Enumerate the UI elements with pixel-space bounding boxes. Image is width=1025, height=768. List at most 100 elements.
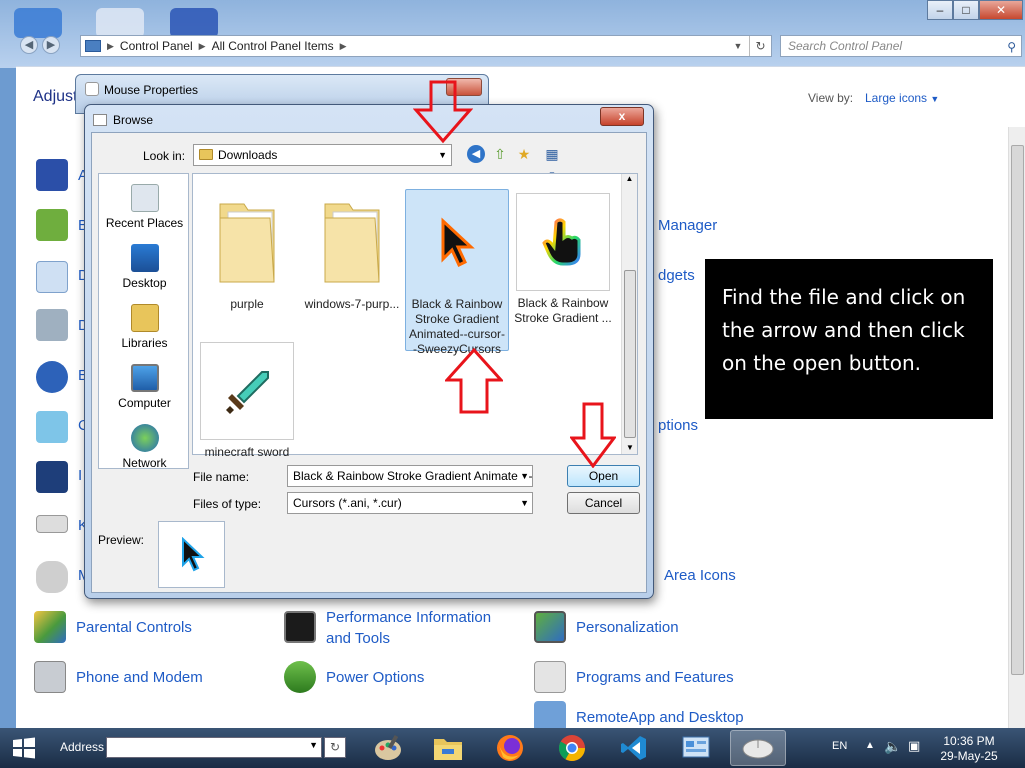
control-panel-taskbar-icon[interactable] [668,730,724,766]
place-label: Desktop [122,276,167,290]
item-phone-modem[interactable]: Phone and Modem [34,661,203,693]
view-by-label: View by: [808,91,854,105]
item-programs-features[interactable]: Programs and Features [534,661,734,693]
vertical-scrollbar[interactable] [1008,127,1025,729]
down-arrow-annotation-icon [413,80,473,144]
firefox-icon[interactable] [482,730,538,766]
file-name: minecraft sword [204,445,290,459]
address-bar[interactable]: ▶ Control Panel ▶ All Control Panel Item… [80,35,772,57]
scroll-down-icon[interactable]: ▼ [622,443,638,452]
maximize-button[interactable]: □ [953,0,979,20]
minimize-button[interactable]: – [927,0,953,20]
item-fragment-area-icons[interactable]: Area Icons [664,567,736,584]
place-label: Libraries [121,336,168,350]
windows-start-icon[interactable] [12,737,36,759]
chevron-down-icon[interactable]: ▼ [309,740,318,750]
date-time-icon[interactable] [36,261,68,293]
file-item-purple[interactable]: purple [195,194,299,312]
default-programs-icon[interactable] [36,309,68,341]
indexing-options-icon[interactable] [36,461,68,493]
back-icon[interactable]: ◀ [20,36,38,54]
chevron-down-icon[interactable]: ▼ [518,466,529,486]
cursor-thumbnail [410,194,504,292]
network-status-icon[interactable]: ▣ [908,738,920,754]
up-folder-icon[interactable]: ⇧ [491,145,509,163]
file-explorer-icon[interactable] [420,730,476,766]
item-power-options[interactable]: Power Options [284,661,424,693]
address-toolbar-input[interactable]: ▼ [106,737,322,758]
file-item-selected-cursor[interactable]: Black & Rainbow Stroke Gradient Animated… [405,189,509,356]
look-in-dropdown[interactable]: Downloads ▼ [193,144,452,166]
paint-app-icon[interactable] [360,730,416,766]
search-input[interactable]: Search Control Panel ⚲ [780,35,1022,57]
item-parental-controls[interactable]: Parental Controls [34,611,192,643]
go-icon[interactable]: ↻ [324,737,346,758]
mouse-properties-taskbar-icon[interactable] [730,730,786,766]
item-fragment-options[interactable]: ptions [658,417,698,434]
item-label: Programs and Features [576,669,734,686]
view-by-value: Large icons [865,91,928,105]
scroll-up-icon[interactable]: ▲ [622,174,637,183]
dialog-title: Mouse Properties [104,83,199,97]
back-icon[interactable]: ◀ [467,145,485,163]
search-icon[interactable]: ⚲ [1007,37,1016,57]
getting-started-icon[interactable] [36,411,68,443]
browse-dialog: Browse x Look in: Downloads ▼ ◀ ⇧ ★ ▦▼ R… [84,104,654,599]
item-fragment[interactable]: I [78,467,82,484]
files-of-type-value: Cursors (*.ani, *.cur) [293,496,402,510]
forward-icon[interactable]: ▶ [42,36,60,54]
action-center-icon[interactable] [36,159,68,191]
scrollbar-thumb[interactable] [624,270,636,438]
language-indicator[interactable]: EN [832,740,847,752]
scrollbar-thumb[interactable] [1011,145,1024,675]
breadcrumb-separator: ▶ [107,40,114,51]
item-fragment-manager[interactable]: Manager [658,217,717,234]
chevron-down-icon[interactable]: ▼ [438,145,447,165]
address-toolbar-label: Address [60,740,105,754]
new-folder-icon[interactable]: ★ [515,145,533,163]
view-by-dropdown[interactable]: Large icons ▼ [865,91,939,105]
close-button[interactable]: x [600,107,644,126]
keyboard-icon[interactable] [36,515,68,533]
close-button[interactable]: ✕ [979,0,1023,20]
volume-icon[interactable]: 🔈 [884,738,901,755]
place-network[interactable]: Network [99,424,190,470]
refresh-icon[interactable]: ↻ [749,36,771,56]
chrome-icon[interactable] [544,730,600,766]
item-performance[interactable]: Performance Information and Tools [284,601,514,649]
place-desktop[interactable]: Desktop [99,244,190,290]
files-of-type-dropdown[interactable]: Cursors (*.ani, *.cur) ▼ [287,492,533,514]
mouse-icon [85,82,99,96]
chevron-down-icon[interactable]: ▼ [518,493,529,513]
place-libraries[interactable]: Libraries [99,304,190,350]
open-button[interactable]: Open [567,465,640,487]
browse-icon [93,114,107,126]
file-list-scrollbar[interactable]: ▲ ▼ [621,174,637,454]
item-label: Power Options [326,669,425,686]
folder-icon [305,194,399,292]
breadcrumb-all-items[interactable]: All Control Panel Items [212,39,334,53]
cancel-button[interactable]: Cancel [567,492,640,514]
breadcrumb-control-panel[interactable]: Control Panel [120,39,193,53]
view-menu-icon[interactable]: ▦▼ [539,145,565,179]
show-hidden-icons-icon[interactable]: ▲ [865,740,875,751]
mouse-icon[interactable] [36,561,68,593]
item-fragment-gadgets[interactable]: dgets [658,267,695,284]
file-name-input[interactable]: Black & Rainbow Stroke Gradient Animated… [287,465,533,487]
vscode-icon[interactable] [606,730,662,766]
breadcrumb-separator: ▶ [198,40,206,51]
place-recent[interactable]: Recent Places [99,184,190,230]
file-item-windows7[interactable]: windows-7-purp... [300,194,404,312]
place-computer[interactable]: Computer [99,364,190,410]
backup-icon[interactable] [36,209,68,241]
file-item-rainbow-hand[interactable]: Black & Rainbow Stroke Gradient ... [511,193,615,326]
item-remoteapp[interactable]: RemoteApp and Desktop [534,701,744,729]
look-in-label: Look in: [143,149,186,163]
programs-features-icon [534,661,566,693]
clock[interactable]: 10:36 PM 29-May-25 [928,734,1010,764]
address-dropdown-icon[interactable]: ▼ [731,36,745,56]
file-item-minecraft-sword[interactable]: minecraft sword [195,342,299,460]
clock-time: 10:36 PM [943,734,995,748]
ease-of-access-icon[interactable] [36,361,68,393]
item-personalization[interactable]: Personalization [534,611,679,643]
